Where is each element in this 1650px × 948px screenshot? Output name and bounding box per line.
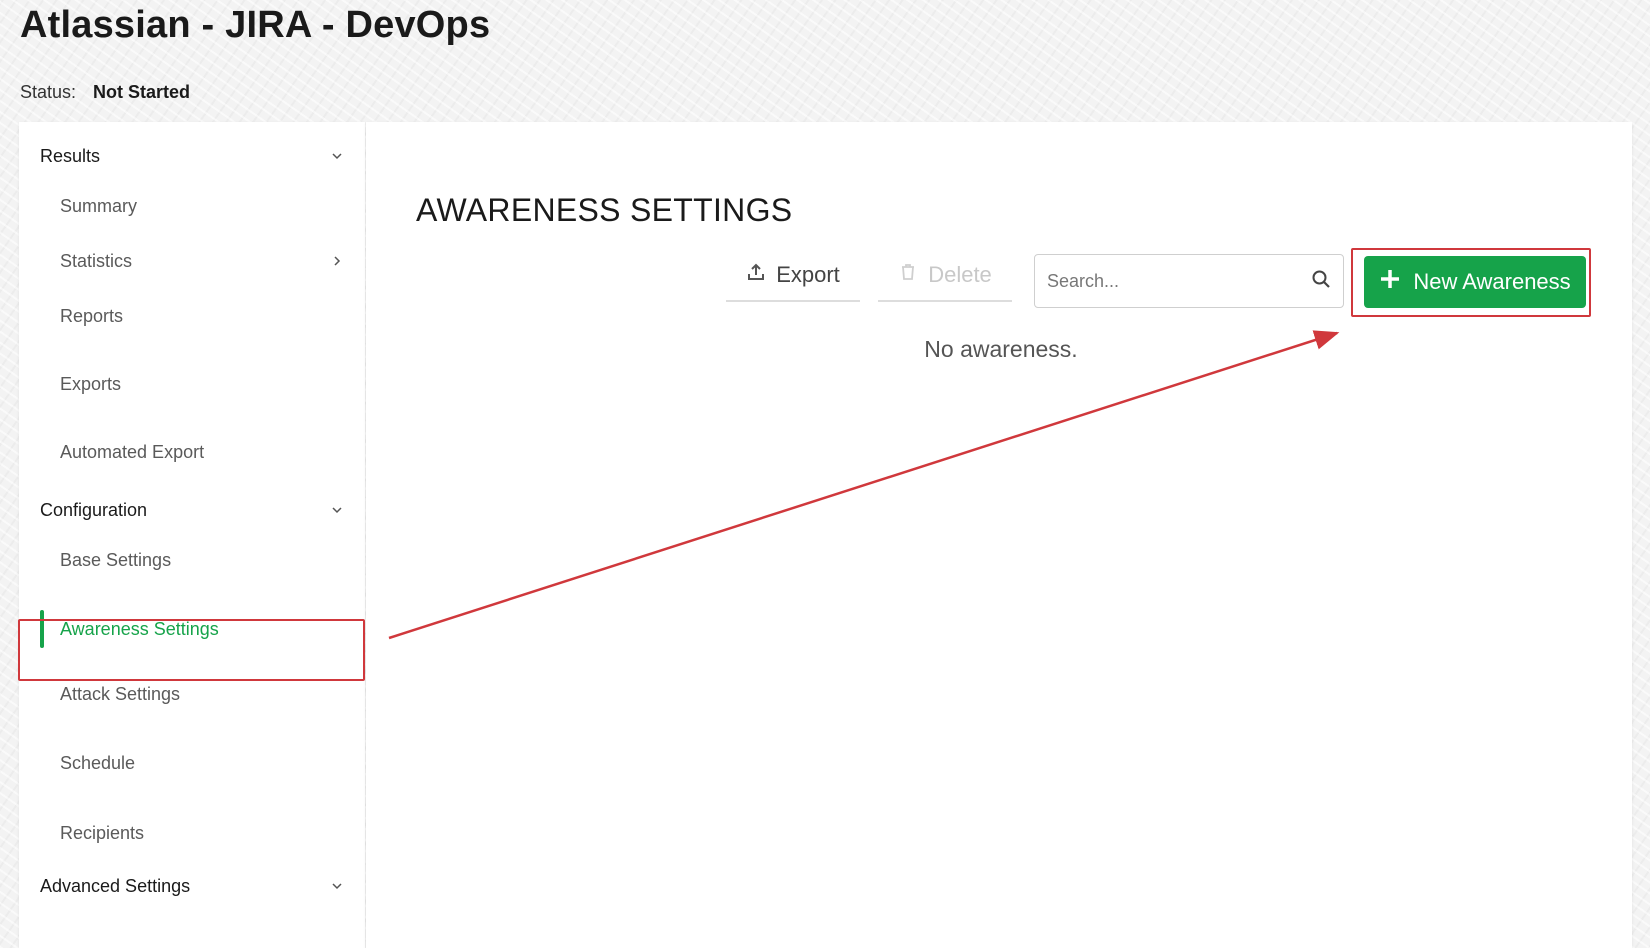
chevron-down-icon [329,878,345,894]
sidebar-item-recipients[interactable]: Recipients [19,811,365,855]
sidebar-item-label: Recipients [60,822,145,843]
new-awareness-label: New Awareness [1413,269,1571,294]
sidebar-item-label: Reports [60,305,124,326]
sidebar-item-awareness-settings[interactable]: Awareness Settings [19,600,365,658]
new-awareness-button[interactable]: New Awareness [1364,256,1586,308]
sidebar-item-label: Statistics [60,250,133,271]
sidebar-item-label: Summary [60,195,138,216]
upload-icon [746,262,766,288]
sidebar-item-label: Attack Settings [60,683,181,704]
status-label: Status: [20,82,77,102]
status-value: Not Started [93,82,191,102]
sidebar-item-label: Schedule [60,752,136,773]
nav-section-label: Advanced Settings [40,875,191,896]
chevron-right-icon [329,253,345,269]
delete-label: Delete [928,262,992,287]
nav-section-label: Results [40,145,101,166]
search-field[interactable] [1034,254,1344,308]
chevron-down-icon [329,502,345,518]
nav-section-configuration[interactable]: Configuration [19,490,365,530]
empty-state-message: No awareness. [924,336,1078,362]
export-label: Export [776,262,840,287]
sidebar-item-schedule[interactable]: Schedule [19,741,365,785]
search-icon[interactable] [1311,269,1331,294]
nav-section-label: Configuration [40,499,148,520]
trash-icon [898,262,918,288]
sidebar-item-label: Awareness Settings [60,618,219,639]
sidebar-item-summary[interactable]: Summary [19,184,365,228]
sidebar-nav: Results Summary Statistics Reports Expor… [19,122,365,948]
delete-button[interactable]: Delete [878,250,1012,302]
section-heading: AWARENESS SETTINGS [416,192,793,228]
sidebar-item-label: Base Settings [60,549,172,570]
status-row: Status: Not Started [20,82,190,103]
search-input[interactable] [1047,270,1311,292]
sidebar-item-attack-settings[interactable]: Attack Settings [19,672,365,716]
main-panel: AWARENESS SETTINGS Export Delete New Awa… [366,122,1632,948]
chevron-down-icon [329,148,345,164]
plus-icon [1379,268,1401,296]
sidebar-item-statistics[interactable]: Statistics [19,239,365,283]
nav-section-results[interactable]: Results [19,136,365,176]
page-title: Atlassian - JIRA - DevOps [20,4,491,46]
sidebar-item-base-settings[interactable]: Base Settings [19,538,365,582]
sidebar-item-exports[interactable]: Exports [19,362,365,406]
sidebar-item-label: Automated Export [60,441,205,462]
sidebar-item-automated-export[interactable]: Automated Export [19,430,365,474]
active-indicator [40,610,44,648]
sidebar-item-label: Exports [60,373,122,394]
export-button[interactable]: Export [726,250,860,302]
sidebar-item-reports[interactable]: Reports [19,294,365,338]
nav-section-advanced-settings[interactable]: Advanced Settings [19,866,365,906]
